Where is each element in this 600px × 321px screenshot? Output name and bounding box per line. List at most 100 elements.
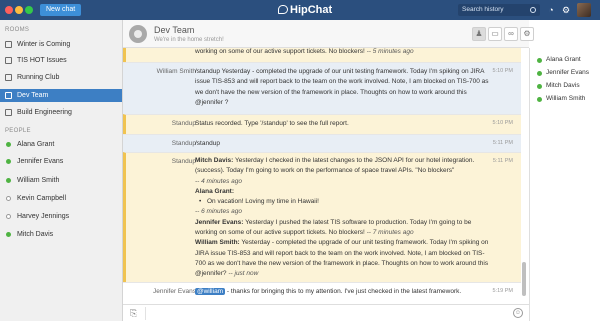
person-label: Alana Grant — [17, 141, 55, 148]
sidebar: ROOMS Winter is Coming TIS HOT Issues Ru… — [0, 20, 123, 321]
sidebar-person-kevin-campbell[interactable]: Kevin Campbell — [0, 192, 122, 205]
entry-ago: -- 7 minutes ago — [366, 229, 414, 237]
person-label: Kevin Campbell — [17, 195, 67, 202]
roster-item[interactable]: William Smith — [530, 93, 600, 105]
standup-report: Mitch Davis: Yesterday I checked in the … — [195, 156, 495, 280]
online-status-icon — [6, 142, 11, 147]
entry-name: Alana Grant: — [195, 187, 235, 195]
notifications-icon[interactable]: ◔ — [545, 4, 557, 16]
search-placeholder: Search history — [462, 6, 504, 13]
smiley-icon[interactable]: ☺ — [513, 308, 523, 318]
room-icon — [5, 74, 12, 81]
chat-history[interactable]: working on some of our active support ti… — [123, 48, 529, 304]
message-time: 5:19 PM — [492, 288, 513, 294]
roster-item[interactable]: Alana Grant — [530, 54, 600, 66]
files-icon[interactable]: ▭ — [488, 27, 502, 41]
standup-entry: Alana Grant: — [195, 187, 495, 197]
chat-scrollbar[interactable] — [522, 262, 526, 296]
room-settings-gear-icon[interactable]: ⚙ — [520, 27, 534, 41]
message-row: Jennifer Evans @william - thanks for bri… — [123, 282, 521, 304]
message-time: 5:10 PM — [492, 68, 513, 74]
room-label: TIS HOT Issues — [17, 57, 67, 64]
room-avatar-icon — [129, 25, 147, 43]
message-sender: Standup — [171, 140, 196, 147]
online-status-icon — [537, 57, 542, 63]
sidebar-room-dev-team[interactable]: Dev Team — [0, 89, 122, 102]
search-history-input[interactable]: Search history — [458, 4, 540, 16]
room-topic: We're in the home stretch! — [154, 37, 224, 43]
room-icon — [5, 92, 12, 99]
message-sender: Standup — [171, 120, 196, 127]
room-label: Build Engineering — [17, 109, 72, 116]
room-icon — [5, 41, 12, 48]
new-chat-button[interactable]: New chat — [40, 4, 82, 16]
message-row: Standup Mitch Davis: Yesterday I checked… — [123, 152, 521, 282]
person-label: Mitch Davis — [17, 231, 54, 238]
rooms-header: ROOMS — [5, 27, 30, 33]
person-label: Jennifer Evans — [17, 158, 64, 165]
settings-gear-icon[interactable]: ⚙ — [560, 4, 572, 16]
sidebar-person-jennifer-evans[interactable]: Jennifer Evans — [0, 155, 122, 168]
sidebar-room-winter-is-coming[interactable]: Winter is Coming — [0, 38, 122, 51]
close-window-button[interactable] — [5, 6, 13, 14]
sidebar-room-tis-hot-issues[interactable]: TIS HOT Issues — [0, 54, 122, 67]
roster-name: Jennifer Evans — [546, 69, 589, 76]
online-status-icon — [6, 232, 11, 237]
message-sender: William Smith — [156, 68, 196, 75]
standup-entry: William Smith: Yesterday - completed the… — [195, 238, 495, 279]
room-icon — [5, 57, 12, 64]
user-avatar[interactable] — [577, 3, 591, 17]
standup-entry: Mitch Davis: Yesterday I checked in the … — [195, 156, 495, 177]
online-status-icon — [6, 178, 11, 183]
room-roster: Alana Grant Jennifer Evans Mitch Davis W… — [529, 48, 600, 321]
message-input[interactable] — [145, 307, 507, 320]
entry-bullet: On vacation! Loving my time in Hawaii! — [195, 197, 495, 208]
app-title: HipChat — [290, 4, 333, 16]
roster-item[interactable]: Mitch Davis — [530, 80, 600, 92]
app-logo: HipChat — [278, 3, 332, 17]
message-composer: ⎘ ☺ — [123, 304, 529, 321]
roster-item[interactable]: Jennifer Evans — [530, 67, 600, 79]
offline-status-icon — [6, 214, 11, 219]
hipchat-logo-icon — [278, 5, 288, 14]
message-text: /standup — [195, 140, 220, 147]
message-row: Standup Status recorded. Type '/standup'… — [123, 114, 521, 134]
online-status-icon — [537, 96, 542, 102]
sidebar-person-william-smith[interactable]: William Smith — [0, 174, 122, 187]
room-label: Running Club — [17, 74, 60, 81]
sidebar-person-harvey-jennings[interactable]: Harvey Jennings — [0, 210, 122, 223]
sidebar-person-mitch-davis[interactable]: Mitch Davis — [0, 228, 122, 241]
people-panel-icon[interactable]: ♟ — [472, 27, 486, 41]
room-label: Winter is Coming — [17, 41, 71, 48]
person-label: Harvey Jennings — [17, 213, 70, 220]
paperclip-icon[interactable]: ⎘ — [130, 308, 137, 318]
message-row: Standup /standup 5:11 PM — [123, 134, 521, 152]
roster-name: Mitch Davis — [546, 82, 580, 89]
message-ago: -- 5 minutes ago — [366, 48, 414, 55]
online-status-icon — [537, 70, 542, 76]
sidebar-room-running-club[interactable]: Running Club — [0, 71, 122, 84]
message-text: Status recorded. Type '/standup' to see … — [195, 120, 349, 127]
room-header: Dev Team We're in the home stretch! ♟ ▭ … — [123, 20, 534, 48]
message-body: working on some of our active support ti… — [195, 48, 365, 55]
message-time: 5:11 PM — [492, 158, 513, 164]
entry-name: Mitch Davis: — [195, 157, 234, 164]
online-status-icon — [6, 159, 11, 164]
entry-ago: -- just now — [228, 270, 259, 278]
minimize-window-button[interactable] — [15, 6, 23, 14]
links-icon[interactable]: ∞ — [504, 27, 518, 41]
sidebar-room-build-engineering[interactable]: Build Engineering — [0, 106, 122, 119]
sidebar-person-alana-grant[interactable]: Alana Grant — [0, 138, 122, 151]
maximize-window-button[interactable] — [25, 6, 33, 14]
search-icon — [530, 7, 536, 13]
person-label: William Smith — [17, 177, 60, 184]
entry-ago-line: -- 4 minutes ago — [195, 177, 495, 187]
message-sender: Jennifer Evans — [153, 288, 196, 295]
offline-status-icon — [6, 196, 11, 201]
people-header: PEOPLE — [5, 128, 31, 134]
message-time: 5:10 PM — [492, 120, 513, 126]
room-icon — [5, 109, 12, 116]
message-text: @william - thanks for bringing this to m… — [195, 287, 495, 297]
mention-tag[interactable]: @william — [195, 288, 226, 295]
entry-text: Yesterday I checked in the latest change… — [195, 157, 475, 175]
